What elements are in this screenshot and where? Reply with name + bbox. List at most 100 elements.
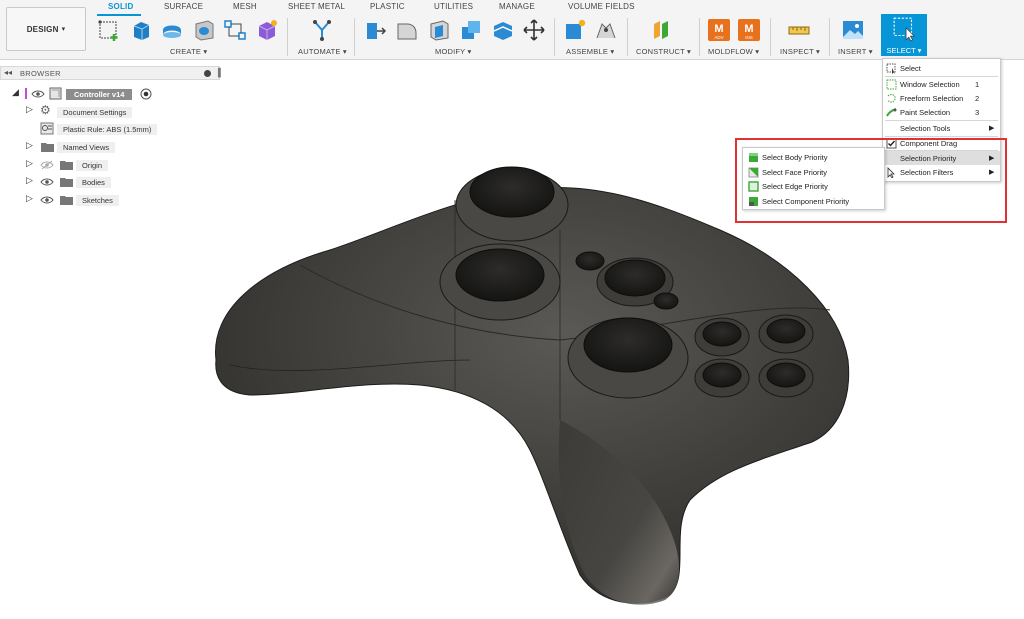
workspace-label: DESIGN: [26, 24, 59, 34]
modify-group-label[interactable]: MODIFY ▾: [435, 47, 471, 56]
group-divider: [554, 18, 555, 56]
construct-group-label[interactable]: CONSTRUCT ▾: [636, 47, 691, 56]
expand-triangle-icon[interactable]: ▷: [26, 158, 36, 169]
combine-icon[interactable]: [459, 18, 483, 42]
group-divider: [627, 18, 628, 56]
tree-item-label: Origin: [76, 159, 109, 171]
svg-text:M: M: [714, 23, 723, 35]
select-window-icon: [893, 17, 915, 42]
panel-options-icon[interactable]: [204, 70, 211, 77]
tree-item-controller[interactable]: Controller v14: [66, 87, 133, 101]
press-pull-icon[interactable]: [363, 18, 387, 42]
component-icon: [49, 87, 62, 100]
group-divider: [287, 18, 288, 56]
split-body-icon[interactable]: [491, 18, 515, 42]
hidden-eye-icon[interactable]: [40, 160, 54, 170]
extrude-icon[interactable]: [129, 18, 153, 42]
expand-triangle-icon[interactable]: ◢: [12, 87, 22, 98]
visibility-eye-icon[interactable]: [31, 89, 45, 99]
new-component-icon[interactable]: [563, 18, 587, 42]
group-divider: [699, 18, 700, 56]
freeform-selection-icon: [887, 93, 896, 103]
browser-panel-header[interactable]: ◂◂ BROWSER ▐: [0, 66, 221, 80]
tab-sheet-metal[interactable]: SHEET METAL: [288, 2, 345, 11]
expand-triangle-icon[interactable]: ▷: [26, 175, 36, 186]
tab-volume-fields[interactable]: VOLUME FIELDS: [568, 2, 635, 11]
menu-item-label: Selection Tools: [900, 123, 951, 133]
shell-icon[interactable]: [427, 18, 451, 42]
insert-image-icon[interactable]: [841, 18, 865, 42]
joint-icon[interactable]: [594, 18, 618, 42]
folder-icon: [60, 178, 73, 187]
tab-utilities[interactable]: UTILITIES: [434, 2, 473, 11]
visibility-eye-icon[interactable]: [40, 195, 54, 205]
menu-item-label: Paint Selection: [900, 107, 951, 117]
folder-icon: [41, 143, 54, 152]
folder-icon: [60, 161, 73, 170]
active-indicator: [25, 88, 27, 99]
offset-plane-icon[interactable]: [650, 18, 674, 42]
pattern-icon[interactable]: [223, 18, 247, 42]
workspace-switcher-button[interactable]: DESIGN ▾: [6, 7, 86, 51]
activate-radio-icon[interactable]: [140, 88, 152, 100]
expand-triangle-icon[interactable]: ▷: [26, 140, 36, 151]
automate-group-label[interactable]: AUTOMATE ▾: [298, 47, 347, 56]
moldflow-insight-icon[interactable]: M INS: [737, 18, 761, 42]
move-icon[interactable]: [522, 18, 546, 42]
menu-item-freeform-selection[interactable]: Freeform Selection 2: [883, 91, 1000, 105]
insert-group-label[interactable]: INSERT ▾: [838, 47, 873, 56]
group-divider: [354, 18, 355, 56]
fillet-icon[interactable]: [395, 18, 419, 42]
collapse-panel-icon[interactable]: ◂◂: [4, 68, 12, 77]
tree-item-named-views[interactable]: Named Views: [57, 140, 116, 154]
measure-icon[interactable]: [787, 18, 811, 42]
tab-plastic[interactable]: PLASTIC: [370, 2, 405, 11]
moldflow-group-label[interactable]: MOLDFLOW ▾: [708, 47, 759, 56]
submenu-arrow-icon: ▶: [989, 125, 995, 132]
tab-mesh[interactable]: MESH: [233, 2, 257, 11]
assemble-group-label[interactable]: ASSEMBLE ▾: [566, 47, 614, 56]
menu-item-label: Freeform Selection: [900, 93, 964, 103]
menu-item-window-selection[interactable]: Window Selection 1: [883, 77, 1000, 91]
tree-item-label: Bodies: [76, 176, 111, 188]
gear-icon: ⚙: [40, 103, 51, 117]
menu-item-select[interactable]: Select: [883, 61, 1000, 75]
panel-grip-icon[interactable]: ▐: [215, 68, 221, 77]
tree-item-label: Plastic Rule: ABS (1.5mm): [57, 123, 158, 135]
visibility-eye-icon[interactable]: [40, 177, 54, 187]
inspect-group-label[interactable]: INSPECT ▾: [780, 47, 820, 56]
paint-brush-icon: [886, 107, 897, 116]
tree-item-bodies[interactable]: Bodies: [76, 175, 111, 189]
tree-item-origin[interactable]: Origin: [76, 158, 109, 172]
tree-item-sketches[interactable]: Sketches: [76, 193, 119, 207]
form-icon[interactable]: [255, 18, 279, 42]
shortcut-key: 2: [975, 93, 980, 103]
shortcut-key: 1: [975, 79, 980, 89]
tab-manage[interactable]: MANAGE: [499, 2, 535, 11]
hole-icon[interactable]: [192, 18, 216, 42]
moldflow-ins-badge: INS: [745, 35, 753, 40]
menu-item-paint-selection[interactable]: Paint Selection 3: [883, 105, 1000, 119]
tree-item-plastic-rule[interactable]: Plastic Rule: ABS (1.5mm): [57, 122, 158, 136]
revolve-icon[interactable]: [160, 18, 184, 42]
moldflow-adv-badge: ADV: [714, 35, 723, 40]
tree-item-label: Sketches: [76, 194, 119, 206]
annotation-highlight-box: [735, 138, 1007, 223]
tree-item-document-settings[interactable]: Document Settings: [57, 105, 133, 119]
moldflow-adviser-icon[interactable]: M ADV: [707, 18, 731, 42]
window-selection-icon: [886, 79, 897, 89]
automate-icon[interactable]: [310, 18, 334, 42]
tab-surface[interactable]: SURFACE: [164, 2, 203, 11]
create-group-label[interactable]: CREATE ▾: [170, 47, 207, 56]
active-tab-indicator: [97, 14, 141, 16]
tab-solid[interactable]: SOLID: [108, 2, 133, 11]
create-sketch-icon[interactable]: [97, 18, 121, 42]
tree-item-label: Document Settings: [57, 106, 133, 118]
svg-text:M: M: [744, 23, 753, 35]
select-icon: [886, 63, 896, 74]
fusion-app-window: DESIGN ▾ SOLID SURFACE MESH SHEET METAL …: [0, 0, 1024, 619]
select-tool-button[interactable]: SELECT ▾: [881, 14, 927, 56]
expand-triangle-icon[interactable]: ▷: [26, 104, 36, 115]
expand-triangle-icon[interactable]: ▷: [26, 193, 36, 204]
menu-item-selection-tools[interactable]: Selection Tools ▶: [883, 121, 1000, 135]
